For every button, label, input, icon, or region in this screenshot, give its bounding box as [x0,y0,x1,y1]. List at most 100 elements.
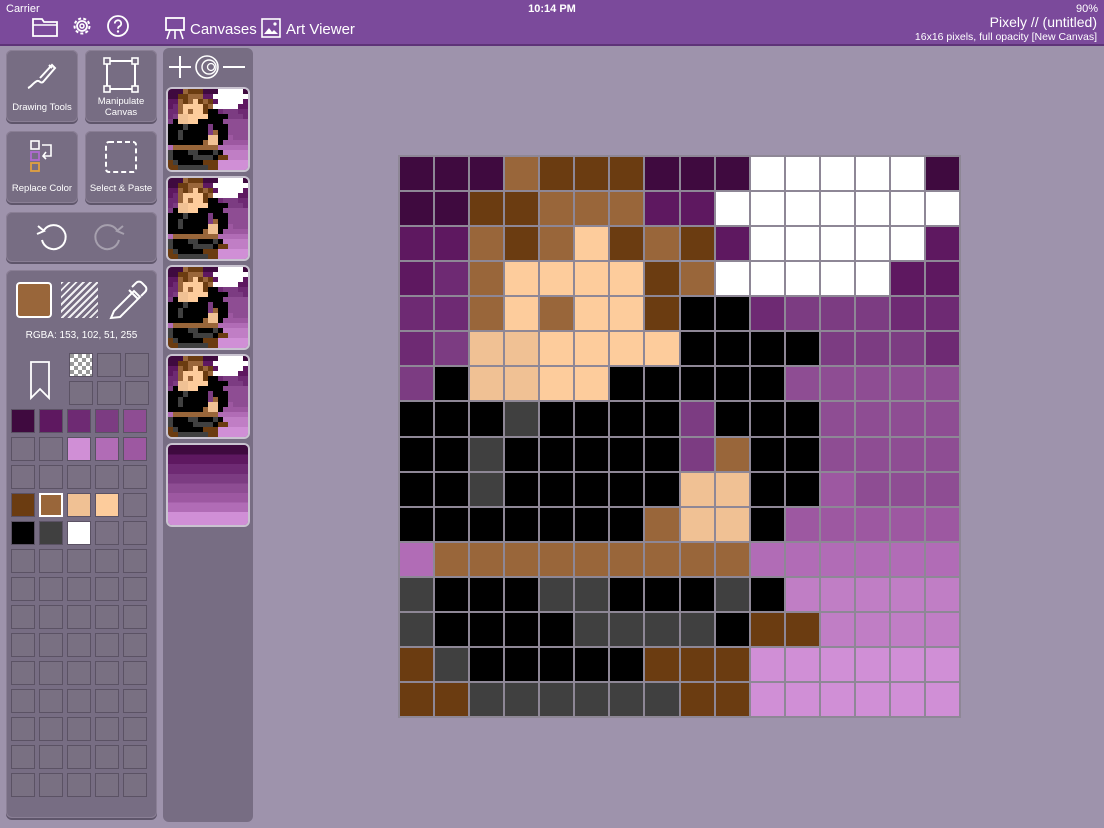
pixel[interactable] [715,297,749,331]
pixel[interactable] [750,402,784,436]
pixel[interactable] [645,367,679,401]
pixel[interactable] [750,472,784,506]
palette-swatch[interactable] [11,689,35,713]
pixel[interactable] [575,577,609,611]
pixel[interactable] [540,192,574,226]
pixel[interactable] [680,612,714,646]
pixel[interactable] [435,577,469,611]
pixel[interactable] [470,682,504,716]
pixel[interactable] [855,227,889,261]
palette-swatch[interactable] [11,521,35,545]
pixel[interactable] [540,612,574,646]
pixel[interactable] [750,612,784,646]
pixel[interactable] [680,262,714,296]
pixel[interactable] [785,647,819,681]
pixel[interactable] [435,227,469,261]
palette-swatch[interactable] [123,409,147,433]
pixel[interactable] [890,542,924,576]
pixel[interactable] [855,367,889,401]
pixel[interactable] [750,577,784,611]
pixel[interactable] [470,577,504,611]
palette-swatch[interactable] [11,605,35,629]
pixel[interactable] [750,682,784,716]
palette-swatch[interactable] [11,437,35,461]
pixel[interactable] [540,227,574,261]
pixel[interactable] [925,647,959,681]
pixel[interactable] [470,507,504,541]
pixel[interactable] [785,332,819,366]
pixel[interactable] [820,437,854,471]
pixel[interactable] [785,157,819,191]
pixel[interactable] [470,437,504,471]
pixel[interactable] [750,332,784,366]
pixel[interactable] [435,472,469,506]
pixel[interactable] [505,402,539,436]
pixel[interactable] [645,227,679,261]
pixel[interactable] [855,437,889,471]
pixel[interactable] [610,157,644,191]
pixel[interactable] [400,157,434,191]
palette-swatch[interactable] [95,409,119,433]
pixel[interactable] [435,647,469,681]
pixel[interactable] [855,157,889,191]
pixel[interactable] [610,227,644,261]
pixel[interactable] [645,647,679,681]
pixel[interactable] [925,542,959,576]
transparent-swatch[interactable] [69,353,93,377]
pixel[interactable] [470,542,504,576]
pixel[interactable] [435,507,469,541]
palette-swatch[interactable] [67,633,91,657]
palette-swatch[interactable] [95,689,119,713]
palette-swatch[interactable] [95,605,119,629]
palette-swatch[interactable] [95,465,119,489]
pixel[interactable] [610,192,644,226]
pixel[interactable] [680,472,714,506]
pixel[interactable] [715,157,749,191]
pixel[interactable] [680,402,714,436]
pixel[interactable] [855,612,889,646]
palette-swatch[interactable] [39,605,63,629]
palette-swatch[interactable] [123,493,147,517]
palette-swatch[interactable] [39,521,63,545]
pixel[interactable] [645,542,679,576]
pixel[interactable] [715,402,749,436]
manipulate-canvas-button[interactable]: Manipulate Canvas [85,50,157,122]
pixel[interactable] [540,647,574,681]
pixel[interactable] [680,577,714,611]
palette-swatch[interactable] [11,409,35,433]
pixel[interactable] [645,437,679,471]
pixel[interactable] [645,262,679,296]
pixel[interactable] [505,437,539,471]
pixel[interactable] [715,682,749,716]
pixel[interactable] [925,577,959,611]
palette-swatch[interactable] [123,465,147,489]
pixel[interactable] [715,612,749,646]
palette-swatch[interactable] [95,577,119,601]
palette-swatch[interactable] [67,521,91,545]
palette-swatch[interactable] [95,493,119,517]
pixel[interactable] [540,262,574,296]
pixel[interactable] [645,507,679,541]
eyedropper-icon[interactable] [106,278,150,327]
pixel[interactable] [575,262,609,296]
palette-swatch[interactable] [11,493,35,517]
pixel[interactable] [925,367,959,401]
pixel[interactable] [855,332,889,366]
pixel[interactable] [785,367,819,401]
palette-swatch[interactable] [39,745,63,769]
palette-swatch[interactable] [11,717,35,741]
drawing-tools-button[interactable]: Drawing Tools [6,50,78,122]
pixel[interactable] [820,577,854,611]
pixel[interactable] [505,507,539,541]
palette-swatch[interactable] [123,633,147,657]
empty-swatch[interactable] [125,381,149,405]
pixel[interactable] [925,402,959,436]
pixel[interactable] [855,472,889,506]
empty-swatch[interactable] [97,381,121,405]
pixel[interactable] [435,367,469,401]
pixel[interactable] [470,192,504,226]
palette-swatch[interactable] [11,773,35,797]
pixel[interactable] [645,472,679,506]
pixel[interactable] [680,367,714,401]
pixel[interactable] [785,612,819,646]
